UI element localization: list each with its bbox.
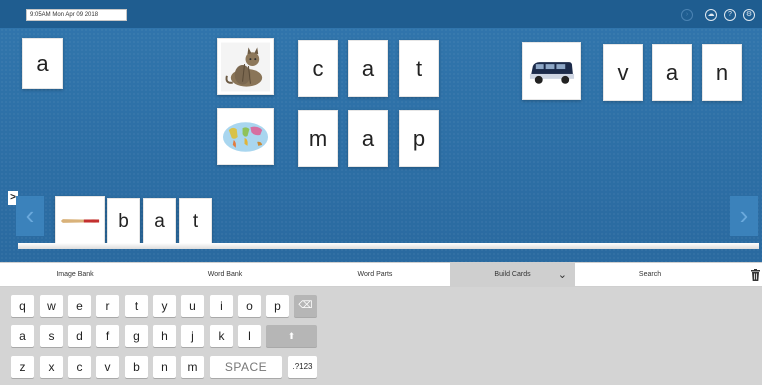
letter-text: a [665, 59, 679, 85]
key-p[interactable]: p [266, 295, 289, 317]
letter-text: p [412, 125, 426, 151]
baseball-bat [59, 211, 101, 231]
key-t[interactable]: t [125, 295, 148, 317]
key-d[interactable]: d [68, 325, 91, 347]
letter-card[interactable]: p [399, 110, 439, 167]
picture-card-bat[interactable] [55, 196, 105, 246]
scroll-right-button[interactable]: › [730, 196, 758, 236]
picture-card-van[interactable] [522, 42, 581, 100]
letter-card[interactable]: a [348, 40, 388, 97]
letter-text: a [36, 50, 49, 76]
key-z[interactable]: z [11, 356, 34, 378]
key-m[interactable]: m [181, 356, 204, 378]
letter-card[interactable]: t [179, 198, 212, 246]
key-r[interactable]: r [96, 295, 119, 317]
letter-card[interactable]: m [298, 110, 338, 167]
tab-build-cards[interactable]: Build Cards ⌄ [450, 263, 575, 287]
key-g[interactable]: g [125, 325, 148, 347]
letter-text: c [312, 55, 324, 81]
trash-icon[interactable] [751, 269, 760, 281]
key-y[interactable]: y [153, 295, 176, 317]
picture-card-map[interactable] [217, 108, 274, 165]
key-v[interactable]: v [96, 356, 119, 378]
key-f[interactable]: f [96, 325, 119, 347]
scroll-left-button[interactable]: ‹ [16, 196, 44, 236]
picture-card-cat[interactable] [217, 38, 274, 95]
help-icon[interactable]: ? [724, 9, 736, 21]
letter-card[interactable]: n [702, 44, 742, 101]
key-e[interactable]: e [68, 295, 91, 317]
backspace-key[interactable]: ⌫ [294, 295, 317, 317]
van-photo [526, 54, 577, 88]
tab-word-parts[interactable]: Word Parts [300, 263, 450, 287]
letter-card[interactable]: a [348, 110, 388, 167]
key-w[interactable]: w [40, 295, 63, 317]
tab-word-bank[interactable]: Word Bank [150, 263, 300, 287]
letter-text: m [308, 125, 328, 151]
space-key[interactable]: SPACE [210, 356, 282, 378]
letter-text: t [415, 55, 423, 81]
world-map [221, 112, 270, 161]
letter-card[interactable]: a [652, 44, 692, 101]
key-h[interactable]: h [153, 325, 176, 347]
letter-text: t [192, 211, 199, 232]
letter-card[interactable]: a [143, 198, 176, 246]
key-b[interactable]: b [125, 356, 148, 378]
key-j[interactable]: j [181, 325, 204, 347]
forward-icon[interactable]: › [681, 9, 693, 21]
key-n[interactable]: n [153, 356, 176, 378]
date-time-display: 9:05AM Mon Apr 09 2018 [26, 9, 127, 21]
key-x[interactable]: x [40, 356, 63, 378]
letter-text: a [154, 211, 165, 232]
tab-search[interactable]: Search [575, 263, 725, 287]
tab-build-cards-label: Build Cards [494, 271, 531, 278]
chevron-down-icon[interactable]: ⌄ [558, 263, 567, 287]
numbers-key[interactable]: .?123 [288, 356, 317, 378]
letter-text: b [118, 211, 129, 232]
key-u[interactable]: u [181, 295, 204, 317]
top-bar: 9:05AM Mon Apr 09 2018 › ☁ ? ⚙ [0, 0, 762, 28]
key-s[interactable]: s [40, 325, 63, 347]
settings-icon[interactable]: ⚙ [743, 9, 755, 21]
letter-card[interactable]: b [107, 198, 140, 246]
letter-text: n [715, 59, 729, 85]
tab-image-bank[interactable]: Image Bank [0, 263, 150, 287]
letter-text: v [617, 59, 629, 85]
letter-text: a [361, 125, 375, 151]
key-q[interactable]: q [11, 295, 34, 317]
card-shelf [18, 243, 759, 249]
bank-tabs: Image Bank Word Bank Word Parts Build Ca… [0, 262, 762, 287]
key-o[interactable]: o [238, 295, 261, 317]
cat-photo [221, 42, 270, 91]
letter-card[interactable]: a [22, 38, 63, 89]
key-l[interactable]: l [238, 325, 261, 347]
shift-key[interactable]: ⬆ [266, 325, 317, 347]
cloud-icon[interactable]: ☁ [705, 9, 717, 21]
letter-card[interactable]: t [399, 40, 439, 97]
on-screen-keyboard: q w e r t y u i o p ⌫ a s d f g h j k l … [0, 287, 762, 385]
letter-card[interactable]: v [603, 44, 643, 101]
key-c[interactable]: c [68, 356, 91, 378]
letter-text: a [361, 55, 375, 81]
letter-card[interactable]: c [298, 40, 338, 97]
key-i[interactable]: i [210, 295, 233, 317]
key-k[interactable]: k [210, 325, 233, 347]
key-a[interactable]: a [11, 325, 34, 347]
